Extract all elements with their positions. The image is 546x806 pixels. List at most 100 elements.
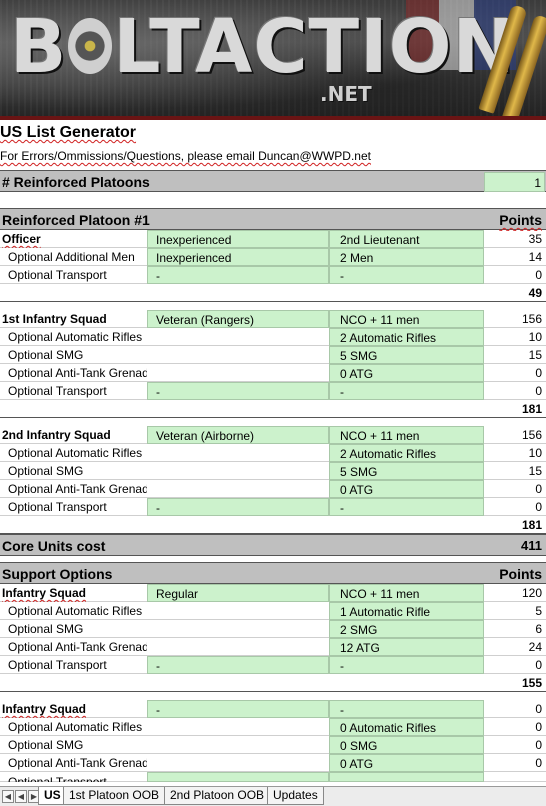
support-squadA-total-row: 155 [0,674,546,692]
platoon-count-input[interactable]: 1 [484,172,545,192]
boltaction-logo: B LTACTION [10,10,515,84]
prev-sheet-icon[interactable]: ◀ [15,790,27,803]
squad1-experience-select[interactable]: Veteran (Rangers) [147,310,329,328]
squad2-atg-points: 0 [535,482,542,496]
support-squadA-smg-select[interactable]: 2 SMG [329,620,484,638]
officer-experience-select[interactable]: Inexperienced [147,230,329,248]
squad2-atg-select[interactable]: 0 ATG [329,480,484,498]
support-squadA-total: 155 [521,676,542,690]
rifles-label: Optional Automatic Rifles [8,604,143,618]
tab-1st-platoon-oob[interactable]: 1st Platoon OOB [63,787,166,805]
tab-2nd-platoon-oob[interactable]: 2nd Platoon OOB [164,787,271,805]
squad1-points: 156 [521,312,542,326]
squad1-transport-option-select[interactable]: - [329,382,484,400]
platoon1-heading: Reinforced Platoon #1 [2,212,150,228]
support-squadA-atg-select[interactable]: 12 ATG [329,638,484,656]
support-squadA-label: Infantry Squad [2,586,87,600]
squad2-transport-row: Optional Transport - - 0 [0,498,546,516]
squad1-atg-select[interactable]: 0 ATG [329,364,484,382]
support-squadA-transport-type-select[interactable]: - [147,656,329,674]
core-cost-row: Core Units cost 411 [0,534,546,556]
atg-label: Optional Anti-Tank Grenades [8,640,147,654]
transport-label: Optional Transport [8,658,107,672]
page-title: US List Generator [0,124,137,141]
squad2-row: 2nd Infantry Squad Veteran (Airborne) NC… [0,426,546,444]
additional-men-count-select[interactable]: 2 Men [329,248,484,266]
support-squadB-atg-row: Optional Anti-Tank Grenades 0 ATG 0 [0,754,546,772]
squad1-label: 1st Infantry Squad [2,312,107,326]
squad2-total-row: 181 [0,516,546,534]
officer-rank-select[interactable]: 2nd Lieutenant [329,230,484,248]
squad2-total: 181 [521,518,542,532]
squad1-atg-points: 0 [535,366,542,380]
atg-label: Optional Anti-Tank Grenades [8,366,147,380]
squad1-transport-type-select[interactable]: - [147,382,329,400]
additional-men-row: Optional Additional Men Inexperienced 2 … [0,248,546,266]
squad2-experience-select[interactable]: Veteran (Airborne) [147,426,329,444]
officer-total: 49 [528,286,542,300]
support-squadB-points: 0 [535,702,542,716]
support-squadB-atg-select[interactable]: 0 ATG [329,754,484,772]
rifles-label: Optional Automatic Rifles [8,446,143,460]
officer-transport-row: Optional Transport - - 0 [0,266,546,284]
platoon-count-row: # Reinforced Platoons 1 [0,170,546,192]
support-squadA-size-select[interactable]: NCO + 11 men [329,584,484,602]
squad2-smg-points: 15 [528,464,542,478]
squad1-transport-points: 0 [535,384,542,398]
support-squadB-atg-points: 0 [535,756,542,770]
transport-points: 0 [535,268,542,282]
support-squadB-rifles-select[interactable]: 0 Automatic Rifles [329,718,484,736]
squad2-smg-select[interactable]: 5 SMG [329,462,484,480]
support-squadB-size-select[interactable]: - [329,700,484,718]
additional-men-label: Optional Additional Men [8,250,135,264]
additional-men-points: 14 [528,250,542,264]
support-squadB-transport-option-select[interactable] [329,772,484,782]
squad1-total-row: 181 [0,400,546,418]
atg-label: Optional Anti-Tank Grenades [8,482,147,496]
support-squadB-transport-type-select[interactable] [147,772,329,782]
squad2-rifles-row: Optional Automatic Rifles 2 Automatic Ri… [0,444,546,462]
squad2-smg-row: Optional SMG 5 SMG 15 [0,462,546,480]
squad1-rifles-select[interactable]: 2 Automatic Rifles [329,328,484,346]
squad1-smg-points: 15 [528,348,542,362]
atg-label: Optional Anti-Tank Grenades [8,756,147,770]
support-squadB-rifles-row: Optional Automatic Rifles 0 Automatic Ri… [0,718,546,736]
squad1-rifles-row: Optional Automatic Rifles 2 Automatic Ri… [0,328,546,346]
transport-type-select[interactable]: - [147,266,329,284]
tab-updates[interactable]: Updates [267,787,324,805]
smg-label: Optional SMG [8,464,84,478]
officer-points: 35 [528,232,542,246]
support-squadA-transport-option-select[interactable]: - [329,656,484,674]
squad2-rifles-select[interactable]: 2 Automatic Rifles [329,444,484,462]
squad1-smg-select[interactable]: 5 SMG [329,346,484,364]
support-squadB-smg-select[interactable]: 0 SMG [329,736,484,754]
smg-label: Optional SMG [8,348,84,362]
squad2-transport-option-select[interactable]: - [329,498,484,516]
smg-label: Optional SMG [8,738,84,752]
squad2-size-select[interactable]: NCO + 11 men [329,426,484,444]
squad1-atg-row: Optional Anti-Tank Grenades 0 ATG 0 [0,364,546,382]
squad1-total: 181 [521,402,542,416]
support-squadB-rifles-points: 0 [535,720,542,734]
squad2-transport-type-select[interactable]: - [147,498,329,516]
first-sheet-icon[interactable]: ◀ [2,790,14,803]
support-squadB-experience-select[interactable]: - [147,700,329,718]
contact-line[interactable]: For Errors/Ommissions/Questions, please … [0,149,371,163]
support-squadA-transport-row: Optional Transport - - 0 [0,656,546,674]
squad2-points: 156 [521,428,542,442]
rifles-label: Optional Automatic Rifles [8,330,143,344]
support-squadA-rifles-select[interactable]: 1 Automatic Rifle [329,602,484,620]
support-squadB-label: Infantry Squad [2,702,87,716]
squad1-size-select[interactable]: NCO + 11 men [329,310,484,328]
support-squadB-row: Infantry Squad - - 0 [0,700,546,718]
support-squadA-experience-select[interactable]: Regular [147,584,329,602]
officer-total-row: 49 [0,284,546,302]
bullet-hole-icon [68,18,113,74]
squad2-transport-points: 0 [535,500,542,514]
transport-option-select[interactable]: - [329,266,484,284]
additional-men-experience-select[interactable]: Inexperienced [147,248,329,266]
